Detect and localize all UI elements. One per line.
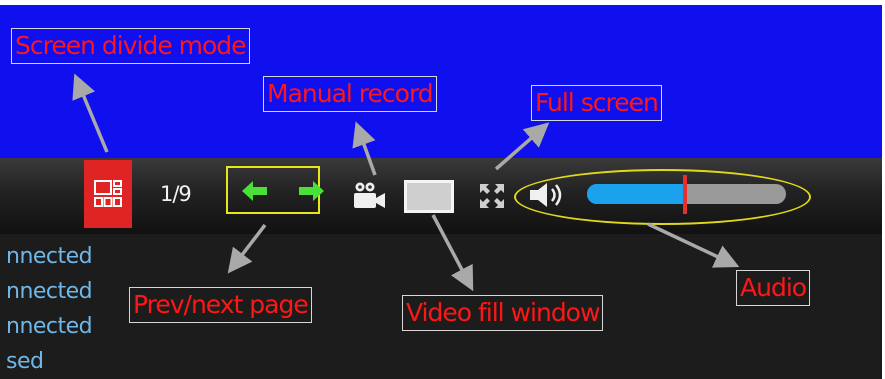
next-page-button[interactable] (298, 181, 324, 201)
volume-level-fill (587, 184, 687, 204)
callout-screen-divide-mode: Screen divide mode (11, 28, 250, 64)
grid-layout-icon (94, 180, 122, 207)
dvr-preview-screen: nnected nnected nnected sed 1/9 Screen d… (0, 0, 885, 379)
prev-page-button[interactable] (242, 181, 268, 201)
arrow-left-icon (242, 181, 267, 201)
channel-status-line: sed (6, 349, 44, 374)
callout-prev-next-page: Prev/next page (129, 287, 312, 323)
speaker-icon[interactable] (528, 181, 570, 209)
manual-record-button[interactable] (352, 182, 386, 212)
channel-status-line: nnected (6, 244, 93, 269)
expand-icon[interactable] (479, 183, 505, 209)
callout-manual-record: Manual record (263, 76, 437, 112)
callout-audio: Audio (736, 270, 811, 306)
screen-divide-button[interactable] (84, 160, 132, 228)
callout-full-screen: Full screen (531, 85, 662, 121)
callout-video-fill-window: Video fill window (402, 295, 604, 331)
page-counter: 1/9 (160, 182, 192, 206)
volume-slider-thumb[interactable] (683, 175, 687, 214)
fill-window-icon[interactable] (404, 180, 454, 213)
arrow-right-icon (299, 181, 324, 201)
